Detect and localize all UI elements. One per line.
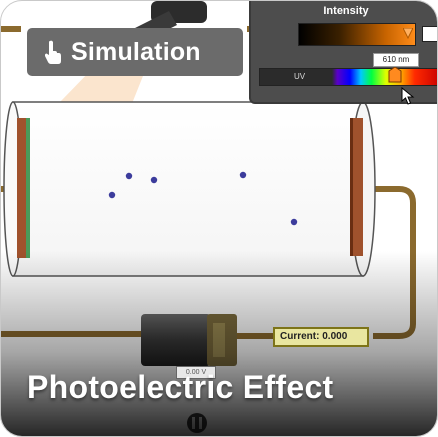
- electron: [239, 171, 247, 179]
- pointer-hand-icon: [45, 40, 61, 64]
- slider-thumb-icon[interactable]: [403, 28, 413, 40]
- electron: [150, 176, 158, 184]
- intensity-title: Intensity: [323, 5, 369, 17]
- mouse-cursor-icon: [401, 87, 415, 105]
- sim-title: Photoelectric Effect: [27, 369, 334, 405]
- current-value: 0.000: [322, 331, 348, 342]
- current-label: Current:: [280, 331, 320, 342]
- vacuum-tube: [3, 101, 376, 277]
- left-metal-plate: [17, 118, 30, 258]
- wavelength-slider[interactable]: UV: [259, 67, 437, 86]
- uv-label: UV: [294, 72, 306, 81]
- simulation-label: Simulation: [71, 37, 201, 66]
- wavelength-thumb-icon[interactable]: [388, 67, 402, 83]
- intensity-toggle[interactable]: [422, 26, 437, 42]
- light-control-panel: Intensity 610 nm UV: [249, 1, 437, 105]
- simulation-badge[interactable]: Simulation: [27, 28, 243, 76]
- electron: [108, 191, 116, 199]
- title-fade: [1, 251, 437, 436]
- electron: [290, 218, 298, 226]
- wavelength-readout: 610 nm: [373, 53, 419, 67]
- electron: [125, 172, 133, 180]
- intensity-slider[interactable]: [298, 23, 416, 46]
- current-meter: Current: 0.000: [273, 327, 369, 347]
- right-metal-plate: [350, 118, 363, 256]
- thumbnail-card[interactable]: Simulation Intensity 610 nm UV Current: …: [0, 0, 438, 437]
